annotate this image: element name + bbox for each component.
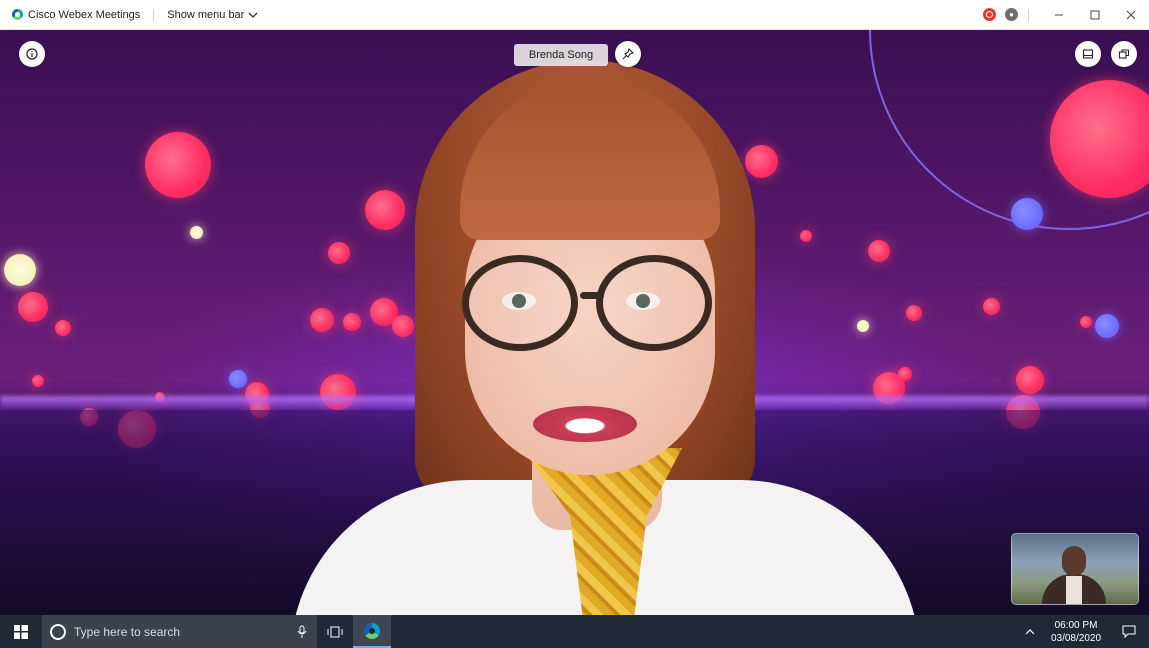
maximize-button[interactable]: [1077, 0, 1113, 30]
bokeh-light: [229, 370, 247, 388]
task-view-icon: [327, 626, 343, 637]
speaker-lips: [533, 406, 637, 442]
start-button[interactable]: [0, 615, 42, 648]
self-view-video[interactable]: [1011, 533, 1139, 605]
title-divider: [153, 8, 155, 21]
action-center-button[interactable]: [1109, 625, 1149, 638]
bokeh-light: [4, 254, 36, 286]
bokeh-light: [32, 375, 44, 387]
speaker-portrait: [290, 60, 920, 615]
microphone-button[interactable]: [287, 625, 317, 639]
window-title: Cisco Webex Meetings: [28, 8, 141, 21]
bokeh-light: [1016, 366, 1044, 394]
show-menu-bar-button[interactable]: Show menu bar: [167, 9, 258, 21]
show-menu-bar-label: Show menu bar: [167, 8, 245, 21]
speaker-glasses-lens: [462, 255, 578, 351]
minimize-icon: [1055, 14, 1063, 15]
clock-time: 06:00 PM: [1054, 619, 1098, 631]
bokeh-light: [1095, 314, 1119, 338]
active-speaker-video[interactable]: Brenda Song: [0, 30, 1149, 615]
popout-button[interactable]: [1111, 41, 1137, 67]
speaker-name-label: Brenda Song: [528, 49, 594, 61]
close-icon: [1126, 10, 1136, 19]
bokeh-light: [18, 292, 48, 322]
maximize-icon: [1090, 10, 1100, 19]
pin-icon: [622, 48, 634, 60]
windows-start-icon: [14, 624, 28, 639]
layout-button[interactable]: [1075, 41, 1101, 67]
popout-icon: [1118, 49, 1130, 59]
lock-icon[interactable]: ●: [1005, 8, 1018, 21]
bokeh-light: [190, 226, 203, 239]
windows-taskbar: Type here to search 06:00 PM 03/08/2020: [0, 615, 1149, 648]
bokeh-light: [55, 320, 71, 336]
chevron-up-icon: [1025, 629, 1035, 635]
task-view-button[interactable]: [317, 615, 353, 648]
meeting-info-button[interactable]: [19, 41, 45, 67]
recording-icon[interactable]: [983, 8, 996, 21]
speaker-name-tag: Brenda Song: [514, 44, 608, 66]
speaker-glasses-lens: [596, 255, 712, 351]
show-hidden-icons-button[interactable]: [1017, 628, 1043, 635]
microphone-icon: [297, 625, 307, 638]
title-bar-controls: ●: [983, 0, 1149, 29]
bokeh-light: [1080, 316, 1092, 328]
controls-divider: [1028, 8, 1029, 21]
bokeh-light: [983, 298, 1000, 315]
system-tray: 06:00 PM 03/08/2020: [1017, 615, 1149, 648]
webex-window: Cisco Webex Meetings Show menu bar ● Bre…: [0, 0, 1149, 648]
chevron-down-icon: [248, 12, 258, 18]
bokeh-light: [1011, 198, 1043, 230]
webex-app-icon: [364, 622, 380, 639]
taskbar-webex-app[interactable]: [353, 615, 391, 648]
self-view-person-head: [1062, 546, 1086, 576]
notification-icon: [1122, 625, 1136, 638]
info-icon: [26, 48, 38, 60]
speaker-glasses-bridge: [580, 292, 604, 299]
taskbar-clock[interactable]: 06:00 PM 03/08/2020: [1043, 619, 1109, 645]
clock-date: 03/08/2020: [1050, 632, 1102, 644]
close-button[interactable]: [1113, 0, 1149, 30]
taskbar-search-box[interactable]: Type here to search: [42, 615, 317, 648]
bokeh-light: [145, 132, 211, 198]
cortana-icon: [50, 623, 66, 640]
taskbar-search-placeholder: Type here to search: [74, 624, 181, 639]
title-bar: Cisco Webex Meetings Show menu bar ●: [0, 0, 1149, 30]
webex-logo-icon: [12, 9, 23, 20]
pin-video-button[interactable]: [615, 41, 641, 67]
minimize-button[interactable]: [1041, 0, 1077, 30]
self-view-person-shirt: [1066, 576, 1082, 604]
layout-icon: [1082, 49, 1094, 59]
